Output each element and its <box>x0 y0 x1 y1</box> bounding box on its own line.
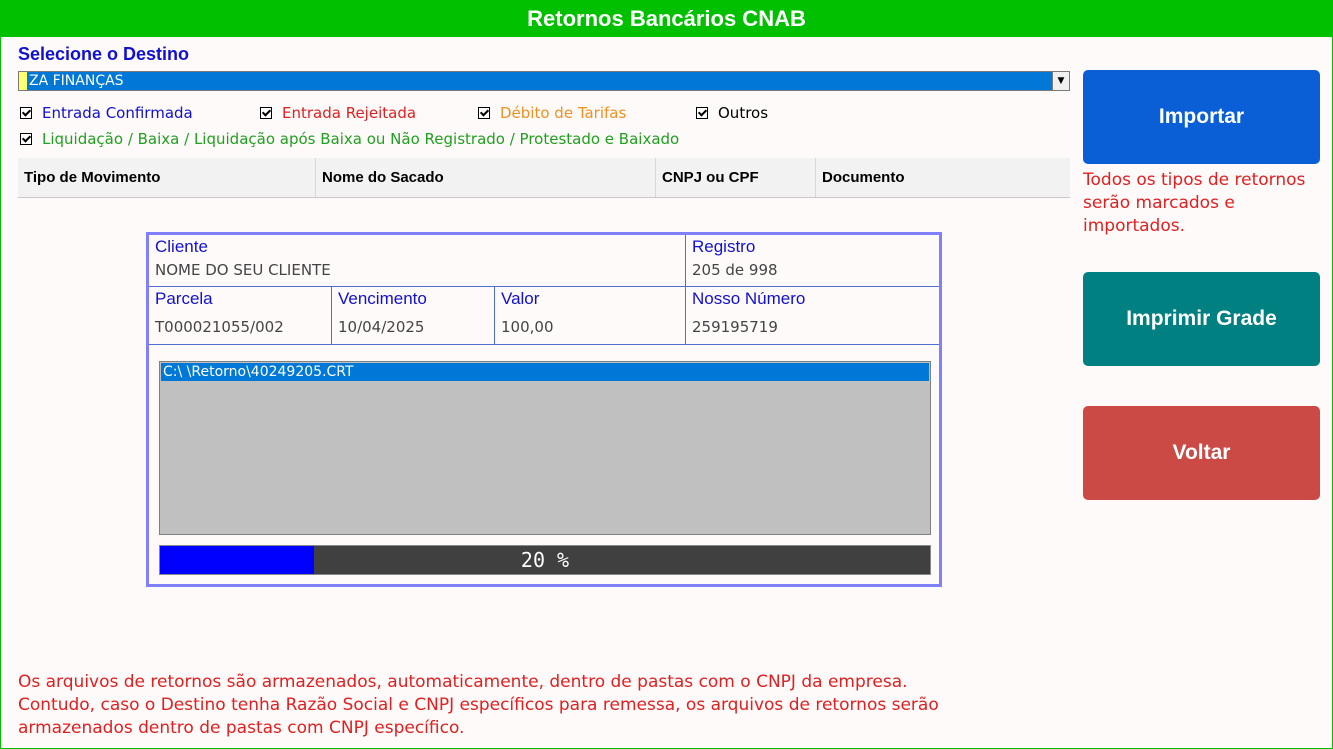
cliente-cell: Cliente NOME DO SEU CLIENTE <box>149 235 686 287</box>
valor-cell: Valor 100,00 <box>495 287 686 345</box>
registro-value: 205 de 998 <box>692 261 778 279</box>
checkbox-label: Entrada Rejeitada <box>282 104 417 122</box>
importar-hint: Todos os tipos de retornos serão marcado… <box>1083 170 1306 236</box>
registro-cell: Registro 205 de 998 <box>686 235 939 287</box>
nosso-numero-label: Nosso Número <box>692 289 806 308</box>
checkbox-liquidacao[interactable]: Liquidação / Baixa / Liquidação após Bai… <box>20 130 679 148</box>
imprimir-grade-button[interactable]: Imprimir Grade <box>1083 272 1320 366</box>
valor-label: Valor <box>501 289 540 308</box>
column-documento[interactable]: Documento <box>816 158 1070 197</box>
valor-value: 100,00 <box>501 318 554 336</box>
cliente-value: NOME DO SEU CLIENTE <box>155 261 331 279</box>
destino-value: ZA FINANÇAS <box>29 73 124 89</box>
list-item[interactable]: C:\ \Retorno\40249205.CRT <box>161 363 929 381</box>
cliente-label: Cliente <box>155 237 208 256</box>
checkbox-label: Entrada Confirmada <box>42 104 193 122</box>
vencimento-cell: Vencimento 10/04/2025 <box>332 287 495 345</box>
checkbox-icon[interactable] <box>478 107 490 119</box>
checkbox-label: Débito de Tarifas <box>500 104 627 122</box>
column-tipo-movimento[interactable]: Tipo de Movimento <box>18 158 316 197</box>
parcela-label: Parcela <box>155 289 213 308</box>
storage-note-line-3: armazenados dentro de pastas com CNPJ es… <box>18 718 465 738</box>
storage-note-line-2: Contudo, caso o Destino tenha Razão Soci… <box>18 695 939 715</box>
selection-marker <box>19 72 27 90</box>
storage-note-line-1: Os arquivos de retornos são armazenados,… <box>18 672 908 692</box>
checkbox-outros[interactable]: Outros <box>696 104 768 122</box>
checkbox-icon[interactable] <box>20 133 32 145</box>
nosso-numero-value: 259195719 <box>692 318 778 336</box>
progress-bar: 20 % <box>159 545 931 575</box>
vencimento-label: Vencimento <box>338 289 427 308</box>
progress-label: 20 % <box>520 548 570 572</box>
importar-button[interactable]: Importar <box>1083 70 1320 164</box>
column-cnpj-cpf[interactable]: CNPJ ou CPF <box>656 158 816 197</box>
grid-header: Tipo de Movimento Nome do Sacado CNPJ ou… <box>18 158 1070 198</box>
chevron-down-icon[interactable]: ▼ <box>1052 72 1069 90</box>
checkbox-debito-tarifas[interactable]: Débito de Tarifas <box>478 104 626 122</box>
parcela-cell: Parcela T000021055/002 <box>149 287 332 345</box>
column-nome-sacado[interactable]: Nome do Sacado <box>316 158 656 197</box>
checkbox-entrada-rejeitada[interactable]: Entrada Rejeitada <box>260 104 416 122</box>
page-title: Retornos Bancários CNAB <box>1 1 1332 37</box>
checkbox-icon[interactable] <box>696 107 708 119</box>
nosso-numero-cell: Nosso Número 259195719 <box>686 287 939 345</box>
voltar-button[interactable]: Voltar <box>1083 406 1320 500</box>
import-progress-panel: Cliente NOME DO SEU CLIENTE Registro 205… <box>146 232 942 587</box>
checkbox-label: Outros <box>718 104 769 122</box>
checkbox-label: Liquidação / Baixa / Liquidação após Bai… <box>42 130 680 148</box>
file-list[interactable]: C:\ \Retorno\40249205.CRT <box>159 361 931 535</box>
destino-select[interactable]: ZA FINANÇAS ▼ <box>18 71 1070 91</box>
destino-label: Selecione o Destino <box>18 44 190 64</box>
parcela-value: T000021055/002 <box>155 318 284 336</box>
checkbox-icon[interactable] <box>260 107 272 119</box>
checkbox-entrada-confirmada[interactable]: Entrada Confirmada <box>20 104 193 122</box>
registro-label: Registro <box>692 237 756 256</box>
checkbox-icon[interactable] <box>20 107 32 119</box>
vencimento-value: 10/04/2025 <box>338 318 425 336</box>
